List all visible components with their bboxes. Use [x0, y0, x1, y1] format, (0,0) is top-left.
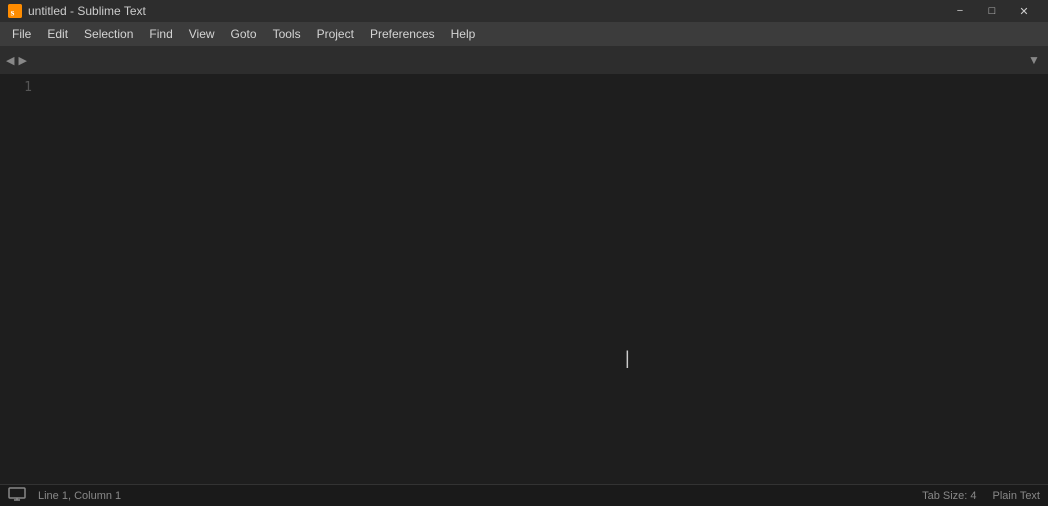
title-text: untitled - Sublime Text [28, 4, 146, 18]
title-left: s untitled - Sublime Text [8, 4, 146, 18]
menu-item-selection[interactable]: Selection [76, 24, 141, 44]
cursor-position[interactable]: Line 1, Column 1 [38, 490, 121, 502]
tab-nav: ◀ ▶ [0, 46, 33, 74]
menu-item-view[interactable]: View [181, 24, 223, 44]
dropdown-arrow-icon: ▼ [1028, 53, 1040, 67]
title-bar: s untitled - Sublime Text − □ ✕ [0, 0, 1048, 22]
minimize-button[interactable]: − [944, 0, 976, 22]
line-numbers: 1 [0, 74, 40, 484]
monitor-icon [8, 487, 26, 504]
tab-size[interactable]: Tab Size: 4 [922, 490, 976, 502]
window-controls: − □ ✕ [944, 0, 1040, 22]
tab-bar: ◀ ▶ ▼ [0, 46, 1048, 74]
close-button[interactable]: ✕ [1008, 0, 1040, 22]
menu-item-preferences[interactable]: Preferences [362, 24, 443, 44]
status-bar: Line 1, Column 1 Tab Size: 4 Plain Text [0, 484, 1048, 506]
menu-item-tools[interactable]: Tools [265, 24, 309, 44]
line-number: 1 [0, 78, 32, 98]
menu-item-project[interactable]: Project [309, 24, 362, 44]
menu-item-goto[interactable]: Goto [223, 24, 265, 44]
tab-next-arrow[interactable]: ▶ [16, 52, 28, 69]
status-left: Line 1, Column 1 [8, 487, 121, 504]
editor-container[interactable]: 1 | [0, 74, 1048, 484]
maximize-button[interactable]: □ [976, 0, 1008, 22]
menu-bar: FileEditSelectionFindViewGotoToolsProjec… [0, 22, 1048, 46]
syntax-label[interactable]: Plain Text [993, 490, 1041, 502]
tab-dropdown[interactable]: ▼ [1020, 46, 1048, 74]
editor-content[interactable]: | [40, 74, 1048, 484]
menu-item-file[interactable]: File [4, 24, 39, 44]
app-icon: s [8, 4, 22, 18]
tab-prev-arrow[interactable]: ◀ [4, 52, 16, 69]
menu-item-help[interactable]: Help [443, 24, 484, 44]
text-cursor: | [625, 349, 630, 367]
menu-item-edit[interactable]: Edit [39, 24, 76, 44]
status-right: Tab Size: 4 Plain Text [922, 490, 1040, 502]
svg-text:s: s [11, 7, 15, 18]
menu-item-find[interactable]: Find [141, 24, 180, 44]
